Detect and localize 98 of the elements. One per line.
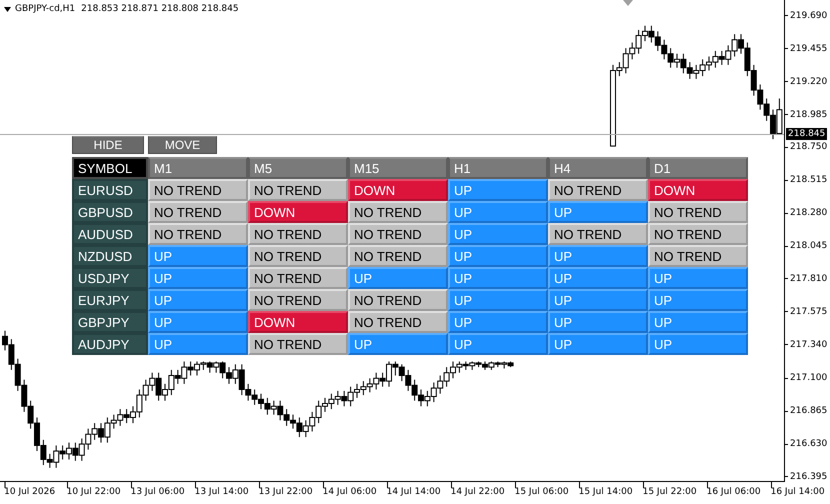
- dropdown-icon[interactable]: [4, 6, 11, 12]
- time-label: 14 Jul 06:00: [322, 487, 377, 497]
- trend-cell: UP: [448, 245, 548, 267]
- current-price-label: 218.845: [786, 128, 828, 140]
- trend-cell: UP: [448, 289, 548, 311]
- trend-cell: NO TREND: [248, 179, 348, 201]
- time-label: 16 Jul 06:00: [706, 487, 761, 497]
- price-label: 217.340: [790, 340, 828, 350]
- trend-cell: UP: [648, 267, 748, 289]
- trend-cell: UP: [148, 245, 248, 267]
- symbol-cell: AUDJPY: [72, 333, 148, 355]
- symbol-cell: GBPJPY: [72, 311, 148, 333]
- trend-cell: NO TREND: [148, 179, 248, 201]
- trend-cell: NO TREND: [348, 289, 448, 311]
- trend-cell: UP: [548, 201, 648, 223]
- trend-cell: UP: [448, 333, 548, 355]
- trend-cell: NO TREND: [248, 245, 348, 267]
- trend-cell: NO TREND: [348, 201, 448, 223]
- shift-marker-icon: [623, 0, 633, 6]
- trend-cell: UP: [448, 267, 548, 289]
- time-label: 14 Jul 22:00: [450, 487, 505, 497]
- price-label: 216.865: [790, 406, 828, 416]
- price-label: 218.985: [790, 110, 828, 120]
- price-label: 218.280: [790, 208, 828, 218]
- trend-cell: UP: [148, 289, 248, 311]
- trend-cell: UP: [348, 267, 448, 289]
- trend-cell: NO TREND: [348, 245, 448, 267]
- trend-cell: UP: [648, 333, 748, 355]
- trend-cell: UP: [648, 289, 748, 311]
- trend-cell: UP: [148, 333, 248, 355]
- price-label: 217.810: [790, 274, 828, 284]
- price-label: 219.690: [790, 10, 828, 21]
- trend-cell: NO TREND: [348, 223, 448, 245]
- trend-cell: NO TREND: [248, 223, 348, 245]
- price-label: 218.045: [790, 241, 828, 252]
- time-label: 10 Jul 2026: [4, 487, 56, 497]
- header-cell: D1: [648, 157, 748, 179]
- trend-cell: UP: [448, 179, 548, 201]
- trend-cell: NO TREND: [548, 179, 648, 201]
- price-label: 217.575: [790, 306, 828, 317]
- time-label: 14 Jul 14:00: [386, 487, 441, 497]
- trend-cell: UP: [548, 267, 648, 289]
- price-label: 219.220: [790, 76, 828, 87]
- header-cell: H4: [548, 157, 648, 179]
- time-label: 15 Jul 06:00: [514, 487, 569, 497]
- trend-cell: NO TREND: [548, 223, 648, 245]
- symbol-cell: EURUSD: [72, 179, 148, 201]
- time-label: 13 Jul 06:00: [130, 487, 185, 497]
- ohlc-values: 218.853 218.871 218.808 218.845: [81, 4, 239, 14]
- trend-cell: NO TREND: [248, 333, 348, 355]
- header-cell: M5: [248, 157, 348, 179]
- time-label: 15 Jul 22:00: [642, 487, 697, 497]
- trend-cell: NO TREND: [148, 201, 248, 223]
- time-label: 13 Jul 22:00: [258, 487, 313, 497]
- panel-button[interactable]: HIDE: [72, 136, 144, 154]
- trend-cell: UP: [348, 333, 448, 355]
- trend-cell: NO TREND: [648, 223, 748, 245]
- trend-cell: UP: [548, 289, 648, 311]
- trend-cell: UP: [548, 311, 648, 333]
- trend-cell: DOWN: [248, 201, 348, 223]
- price-label: 219.455: [790, 44, 828, 54]
- trend-cell: UP: [448, 311, 548, 333]
- symbol-cell: EURJPY: [72, 289, 148, 311]
- trend-cell: UP: [148, 311, 248, 333]
- chart-symbol: GBPJPY-cd,H1: [15, 4, 76, 14]
- trend-cell: DOWN: [348, 179, 448, 201]
- time-label: 16 Jul 14:00: [770, 487, 825, 497]
- header-cell: M1: [148, 157, 248, 179]
- symbol-cell: AUDUSD: [72, 223, 148, 245]
- trend-cell: NO TREND: [248, 267, 348, 289]
- symbol-cell: GBPUSD: [72, 201, 148, 223]
- time-label: 10 Jul 22:00: [66, 487, 121, 497]
- price-label: 217.100: [790, 373, 828, 384]
- trend-cell: NO TREND: [348, 311, 448, 333]
- panel-button[interactable]: MOVE: [148, 136, 217, 154]
- trend-cell: DOWN: [248, 311, 348, 333]
- price-label: 218.515: [790, 175, 828, 186]
- trend-cell: NO TREND: [648, 201, 748, 223]
- price-label: 216.630: [790, 439, 828, 450]
- time-label: 13 Jul 14:00: [194, 487, 249, 497]
- time-label: 15 Jul 14:00: [578, 487, 633, 497]
- trend-cell: NO TREND: [248, 289, 348, 311]
- trend-cell: UP: [548, 333, 648, 355]
- trend-cell: UP: [148, 267, 248, 289]
- trend-cell: UP: [648, 311, 748, 333]
- price-label: 218.750: [790, 142, 828, 152]
- trend-cell: UP: [548, 245, 648, 267]
- trend-cell: UP: [448, 201, 548, 223]
- trend-cell: UP: [448, 223, 548, 245]
- trend-cell: NO TREND: [148, 223, 248, 245]
- price-label: 216.395: [790, 472, 828, 482]
- symbol-cell: NZDUSD: [72, 245, 148, 267]
- header-cell: H1: [448, 157, 548, 179]
- trend-cell: NO TREND: [648, 245, 748, 267]
- header-cell: SYMBOL: [72, 157, 148, 179]
- symbol-cell: USDJPY: [72, 267, 148, 289]
- header-cell: M15: [348, 157, 448, 179]
- trend-cell: DOWN: [648, 179, 748, 201]
